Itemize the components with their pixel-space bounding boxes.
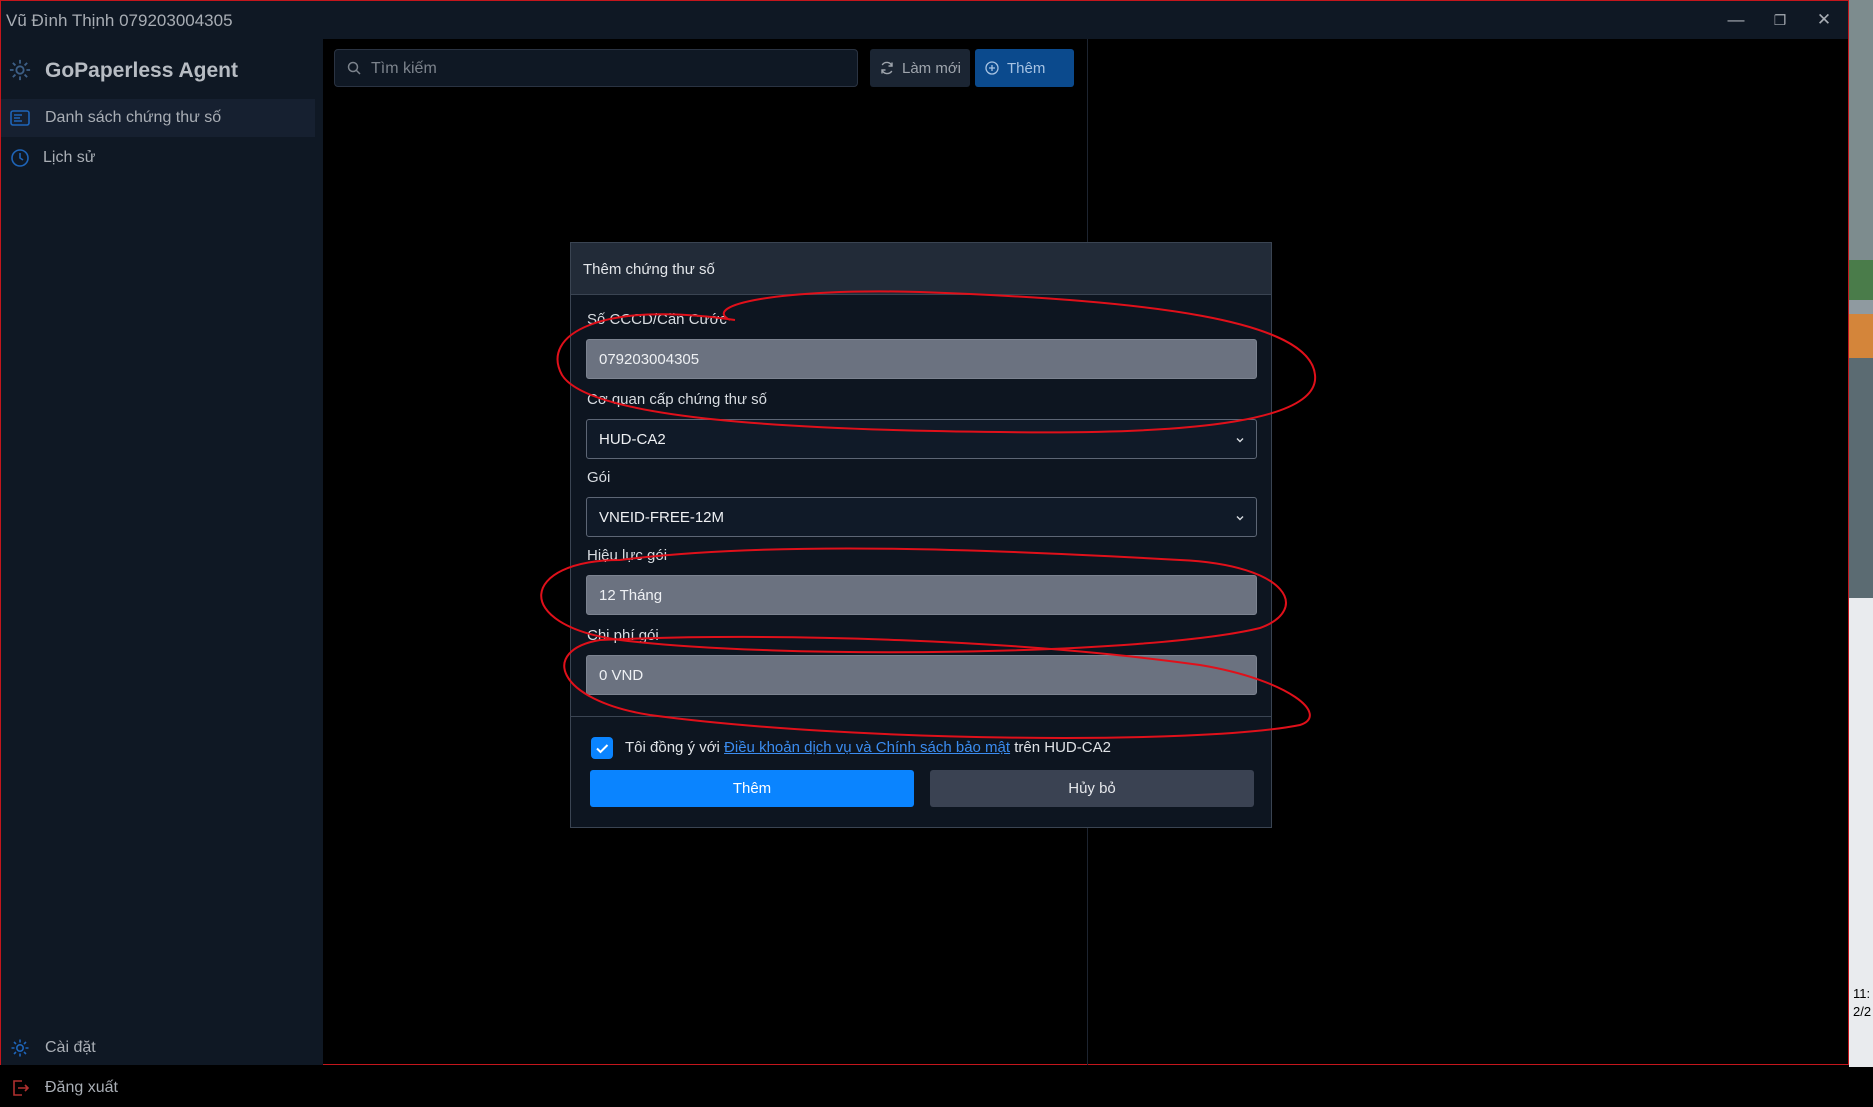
id-number-label: Số CCCD/Căn Cước xyxy=(587,311,727,328)
sidebar: GoPaperless Agent Danh sách chứng thư số… xyxy=(1,39,323,1096)
cost-field[interactable]: 0 VND xyxy=(586,655,1257,695)
plus-circle-icon xyxy=(985,61,999,75)
dialog-divider xyxy=(571,716,1271,717)
title-bar: Vũ Đình Thịnh 079203004305 — ❐ ✕ xyxy=(1,1,1848,39)
sidebar-item-settings[interactable]: Cài đặt xyxy=(1,1029,315,1067)
search-input[interactable] xyxy=(369,50,843,88)
agree-checkbox[interactable] xyxy=(591,737,613,759)
chevron-down-icon xyxy=(1236,438,1244,443)
app-name: GoPaperless Agent xyxy=(45,59,238,82)
ca-selected-value: HUD-CA2 xyxy=(599,431,666,448)
close-button[interactable]: ✕ xyxy=(1806,7,1842,33)
cost-label: Chi phí gói xyxy=(587,627,659,644)
gear-icon xyxy=(11,1039,29,1057)
sidebar-item-certificates[interactable]: Danh sách chứng thư số xyxy=(1,99,315,137)
cancel-button[interactable]: Hủy bỏ xyxy=(930,770,1254,807)
agree-suffix: trên HUD-CA2 xyxy=(1010,739,1111,756)
logout-icon xyxy=(13,1080,30,1096)
sidebar-item-history[interactable]: Lịch sử xyxy=(1,139,315,177)
package-select[interactable]: VNEID-FREE-12M xyxy=(586,497,1257,537)
refresh-label: Làm mới xyxy=(902,60,962,77)
sidebar-item-label: Cài đặt xyxy=(45,1039,96,1056)
package-selected-value: VNEID-FREE-12M xyxy=(599,509,725,526)
certificate-list-icon xyxy=(10,110,30,126)
package-label: Gói xyxy=(587,469,611,486)
minimize-button[interactable]: — xyxy=(1718,7,1754,33)
ca-label: Cơ quan cấp chứng thư số xyxy=(587,391,768,408)
cost-value: 0 VND xyxy=(599,667,644,684)
checkmark-icon xyxy=(596,744,609,754)
search-box[interactable] xyxy=(334,49,858,88)
clock-icon xyxy=(11,149,29,167)
agree-text: Tôi đồng ý với Điều khoản dịch vụ và Chí… xyxy=(625,739,1111,756)
validity-label: Hiệu lực gói xyxy=(587,547,668,564)
dialog-title: Thêm chứng thư số xyxy=(583,261,715,278)
validity-field[interactable]: 12 Tháng xyxy=(586,575,1257,615)
taskbar-date: 2/2 xyxy=(1853,1004,1872,1019)
gear-icon xyxy=(9,59,31,81)
sidebar-item-label: Lịch sử xyxy=(43,149,96,166)
dialog-header: Thêm chứng thư số xyxy=(571,243,1271,295)
ca-select[interactable]: HUD-CA2 xyxy=(586,419,1257,459)
search-icon xyxy=(347,61,361,75)
desktop-background-strip xyxy=(1849,0,1873,1067)
terms-link[interactable]: Điều khoản dịch vụ và Chính sách bảo mật xyxy=(724,739,1010,756)
refresh-icon xyxy=(881,61,893,75)
agree-prefix: Tôi đồng ý với xyxy=(625,739,725,756)
validity-value: 12 Tháng xyxy=(599,587,663,604)
refresh-button[interactable]: Làm mới xyxy=(870,49,970,87)
id-number-value: 079203004305 xyxy=(599,351,700,368)
restore-button[interactable]: ❐ xyxy=(1762,7,1798,33)
chevron-down-icon xyxy=(1236,516,1244,521)
submit-button[interactable]: Thêm xyxy=(590,770,914,807)
sidebar-item-label: Đăng xuất xyxy=(45,1079,118,1096)
id-number-field[interactable]: 079203004305 xyxy=(586,339,1257,379)
add-label: Thêm xyxy=(1007,60,1046,77)
add-certificate-dialog: Thêm chứng thư số Số CCCD/Căn Cước 07920… xyxy=(570,242,1272,828)
sidebar-item-logout[interactable]: Đăng xuất xyxy=(1,1069,315,1107)
taskbar-time: 11: xyxy=(1853,986,1871,1001)
sidebar-item-label: Danh sách chứng thư số xyxy=(45,109,222,126)
window-title: Vũ Đình Thịnh 079203004305 xyxy=(6,11,233,30)
add-certificate-button[interactable]: Thêm xyxy=(975,49,1074,87)
